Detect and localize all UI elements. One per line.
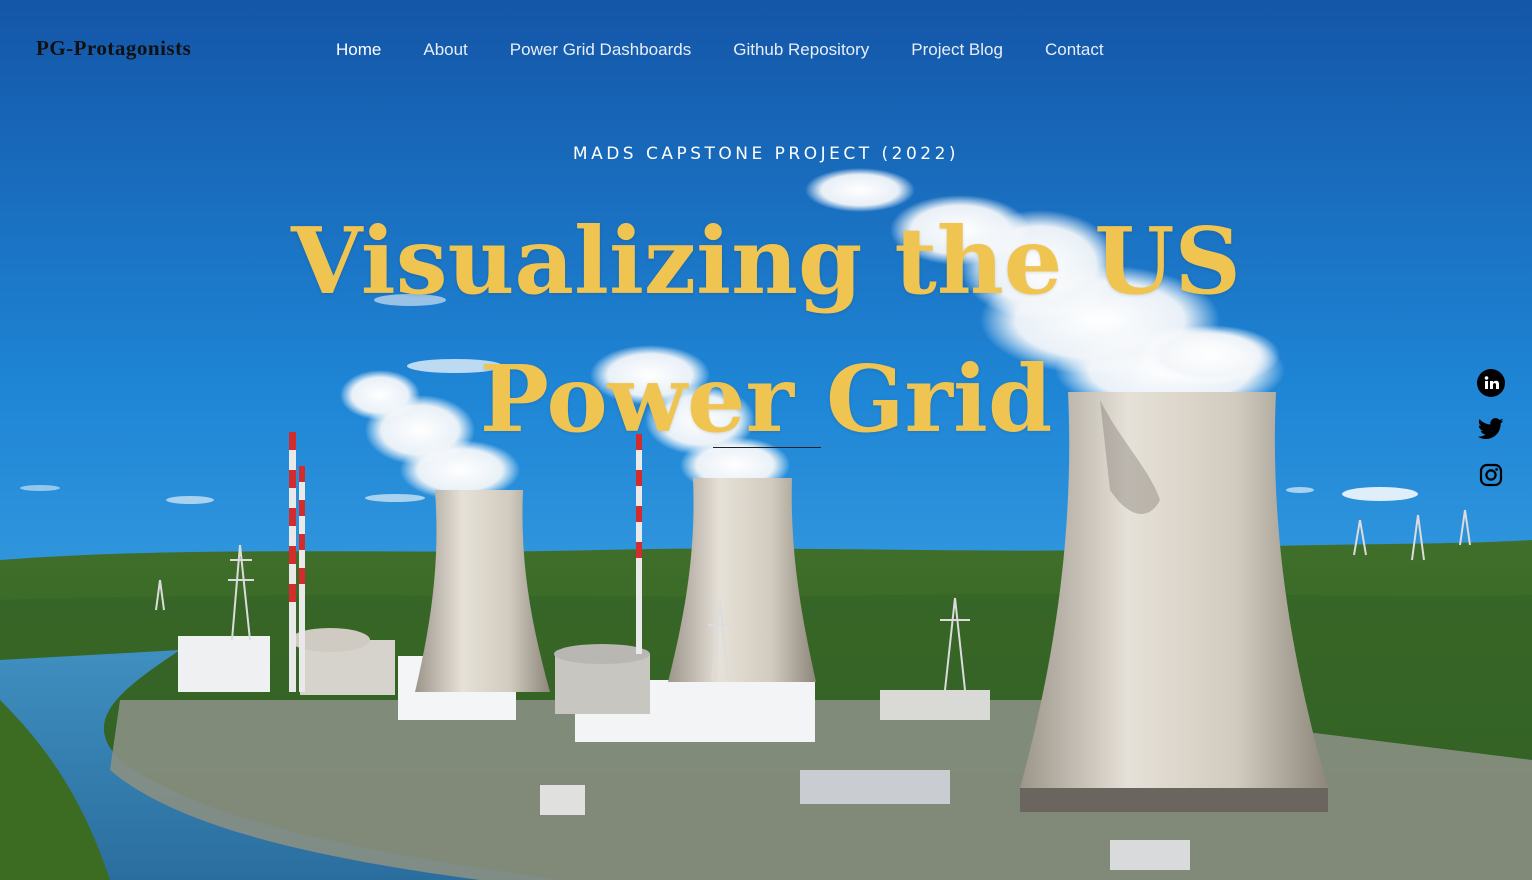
linkedin-icon xyxy=(1477,369,1505,397)
linkedin-button[interactable] xyxy=(1477,369,1505,397)
twitter-button[interactable] xyxy=(1477,415,1505,443)
hero-subtitle: MADS CAPSTONE PROJECT (2022) xyxy=(572,144,960,164)
hero-title-line-2: Power Grid xyxy=(479,345,1053,453)
nav-power-grid-dashboards[interactable]: Power Grid Dashboards xyxy=(510,38,691,62)
hero-title-line-1: Visualizing the US xyxy=(291,207,1241,315)
twitter-icon xyxy=(1478,418,1504,439)
nav-home[interactable]: Home xyxy=(336,38,381,62)
instagram-icon xyxy=(1479,463,1503,487)
social-bar xyxy=(1477,369,1505,489)
instagram-button[interactable] xyxy=(1477,461,1505,489)
hero-title: Visualizing the US Power Grid xyxy=(0,192,1532,468)
nav-contact[interactable]: Contact xyxy=(1045,38,1104,62)
nav-project-blog[interactable]: Project Blog xyxy=(911,38,1003,62)
nav-github-repository[interactable]: Github Repository xyxy=(733,38,869,62)
main-nav: Home About Power Grid Dashboards Github … xyxy=(336,38,1146,62)
site-logo-text[interactable]: PG-Protagonists xyxy=(36,36,191,61)
title-divider xyxy=(713,447,821,448)
nav-about[interactable]: About xyxy=(423,38,467,62)
